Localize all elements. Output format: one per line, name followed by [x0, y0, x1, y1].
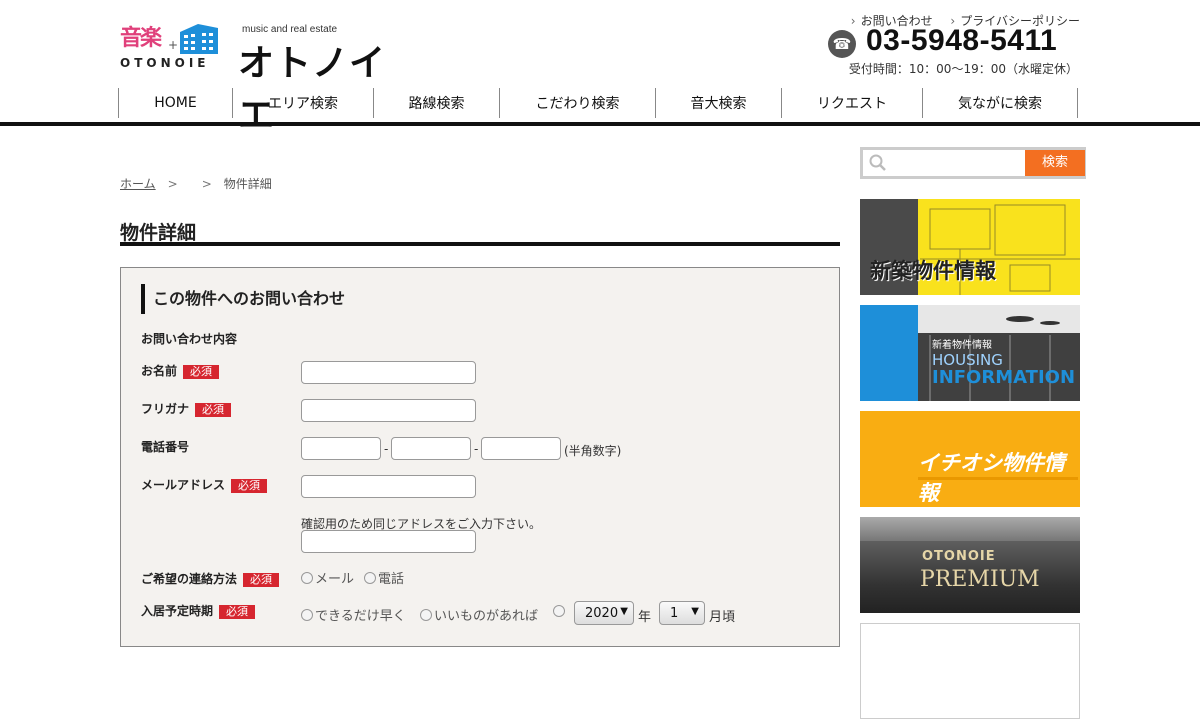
year-unit: 年	[638, 610, 652, 625]
banner-next[interactable]	[860, 623, 1080, 719]
contact-email-radio[interactable]: メール	[301, 568, 354, 587]
radio-label: できるだけ早く	[315, 609, 406, 624]
radio-circle	[301, 571, 313, 584]
required-badge: 必須	[243, 573, 280, 587]
move-in-asap-radio[interactable]: できるだけ早く	[301, 605, 406, 624]
search-input[interactable]	[891, 150, 1023, 176]
banner-sheen	[860, 517, 1080, 541]
building-icon	[180, 24, 218, 54]
phone-input-1[interactable]	[301, 437, 381, 460]
email-label: メールアドレス 必須	[141, 476, 268, 493]
radio-label: メール	[315, 572, 355, 587]
phone-block: ☎ 03-5948-5411	[828, 24, 1088, 62]
banner-recommended[interactable]: イチオシ物件情報	[860, 411, 1080, 507]
radio-label: いいものがあれば	[434, 609, 539, 624]
nav-line-search[interactable]: 路線検索	[373, 88, 499, 118]
phone-label-text: 電話番号	[141, 440, 190, 454]
required-badge: 必須	[183, 365, 220, 379]
inquiry-form: この物件へのお問い合わせ お問い合わせ内容 お名前 必須 フリガナ 必須 電話番号 …	[120, 267, 840, 647]
phone-dash: -	[384, 442, 389, 456]
page-title: 物件詳細	[120, 218, 840, 246]
radio-circle	[364, 571, 376, 584]
contact-phone-radio[interactable]: 電話	[364, 568, 404, 587]
search-icon	[869, 154, 886, 171]
nav-area-search[interactable]: エリア検索	[232, 88, 373, 118]
nav-home[interactable]: HOME	[118, 88, 232, 118]
year-value: 2020	[585, 605, 619, 621]
move-in-label: 入居予定時期 必須	[141, 602, 256, 619]
breadcrumb: ホーム > > 物件詳細	[120, 175, 272, 192]
nav-request[interactable]: リクエスト	[781, 88, 922, 118]
phone-dash: -	[474, 442, 479, 456]
name-input[interactable]	[301, 361, 476, 384]
breadcrumb-separator: >	[201, 177, 212, 191]
phone-label: 電話番号	[141, 438, 189, 455]
radio-circle	[420, 608, 432, 621]
year-select[interactable]: 2020 ▼	[574, 601, 634, 625]
telephone-icon: ☎	[828, 30, 856, 58]
phone-number[interactable]: 03-5948-5411	[866, 24, 1057, 58]
site-search: 検索	[860, 147, 1086, 179]
move-in-label-text: 入居予定時期	[141, 604, 214, 618]
banner-premium-line2: PREMIUM	[920, 567, 1040, 592]
banner-housing-line2: INFORMATION	[932, 367, 1076, 388]
phone-note: (半角数字)	[564, 444, 622, 458]
banner-premium-line1: OTONOIE	[922, 549, 996, 564]
banner-new-construction[interactable]: 新築物件情報	[860, 199, 1080, 295]
email-input[interactable]	[301, 475, 476, 498]
logo-plus-icon: +	[168, 38, 179, 52]
business-hours: 受付時間：10：00～19：00（水曜定休）	[848, 62, 1078, 76]
breadcrumb-home[interactable]: ホーム	[120, 177, 156, 191]
chevron-down-icon: ▼	[620, 606, 628, 617]
name-label-text: お名前	[141, 364, 178, 378]
banner-housing-information[interactable]: 新着物件情報 HOUSING INFORMATION	[860, 305, 1080, 401]
required-badge: 必須	[195, 403, 232, 417]
email-confirm-input[interactable]	[301, 530, 476, 553]
required-badge: 必須	[231, 479, 268, 493]
furigana-input[interactable]	[301, 399, 476, 422]
banner-housing-kicker: 新着物件情報	[932, 340, 992, 351]
logo-mark: 音楽 + OTONOIE	[120, 20, 230, 70]
phone-input-2[interactable]	[391, 437, 471, 460]
form-heading: この物件へのお問い合わせ	[141, 284, 345, 314]
search-button[interactable]: 検索	[1025, 150, 1085, 176]
site-logo[interactable]: 音楽 + OTONOIE music and real estate オトノイエ	[120, 20, 420, 136]
banner-new-construction-title: 新築物件情報	[870, 259, 996, 283]
radio-circle	[553, 605, 565, 617]
logo-kanji: 音楽	[120, 25, 162, 51]
site-header: 音楽 + OTONOIE music and real estate オトノイエ…	[0, 0, 1200, 136]
banner-divider	[918, 477, 1078, 480]
move-in-date-radio[interactable]	[553, 605, 567, 617]
logo-roman-text: OTONOIE	[120, 56, 210, 70]
breadcrumb-current: 物件詳細	[223, 177, 272, 191]
required-badge: 必須	[219, 605, 256, 619]
month-unit: 月頃	[709, 610, 736, 625]
radio-label: 電話	[378, 572, 405, 587]
header-divider	[0, 122, 1200, 126]
phone-input-3[interactable]	[481, 437, 561, 460]
form-subheading: お問い合わせ内容	[141, 332, 238, 346]
nav-feature-search[interactable]: こだわり検索	[499, 88, 655, 118]
banner-premium[interactable]: OTONOIE PREMIUM	[860, 517, 1080, 613]
furigana-label: フリガナ 必須	[141, 400, 232, 417]
radio-circle	[301, 608, 313, 621]
name-label: お名前 必須	[141, 362, 220, 379]
breadcrumb-separator: >	[167, 177, 178, 191]
furigana-label-text: フリガナ	[141, 402, 190, 416]
nav-relaxed-search[interactable]: 気ながに検索	[922, 88, 1078, 118]
contact-method-label: ご希望の連絡方法 必須	[141, 570, 280, 587]
email-label-text: メールアドレス	[141, 478, 226, 492]
move-in-if-good-radio[interactable]: いいものがあれば	[420, 605, 538, 624]
contact-method-label-text: ご希望の連絡方法	[141, 572, 238, 586]
global-nav: HOME エリア検索 路線検索 こだわり検索 音大検索 リクエスト 気ながに検索	[118, 88, 1078, 118]
month-select[interactable]: 1 ▼	[659, 601, 705, 625]
nav-music-college-search[interactable]: 音大検索	[655, 88, 781, 118]
chevron-down-icon: ▼	[691, 606, 699, 617]
month-value: 1	[670, 605, 679, 621]
